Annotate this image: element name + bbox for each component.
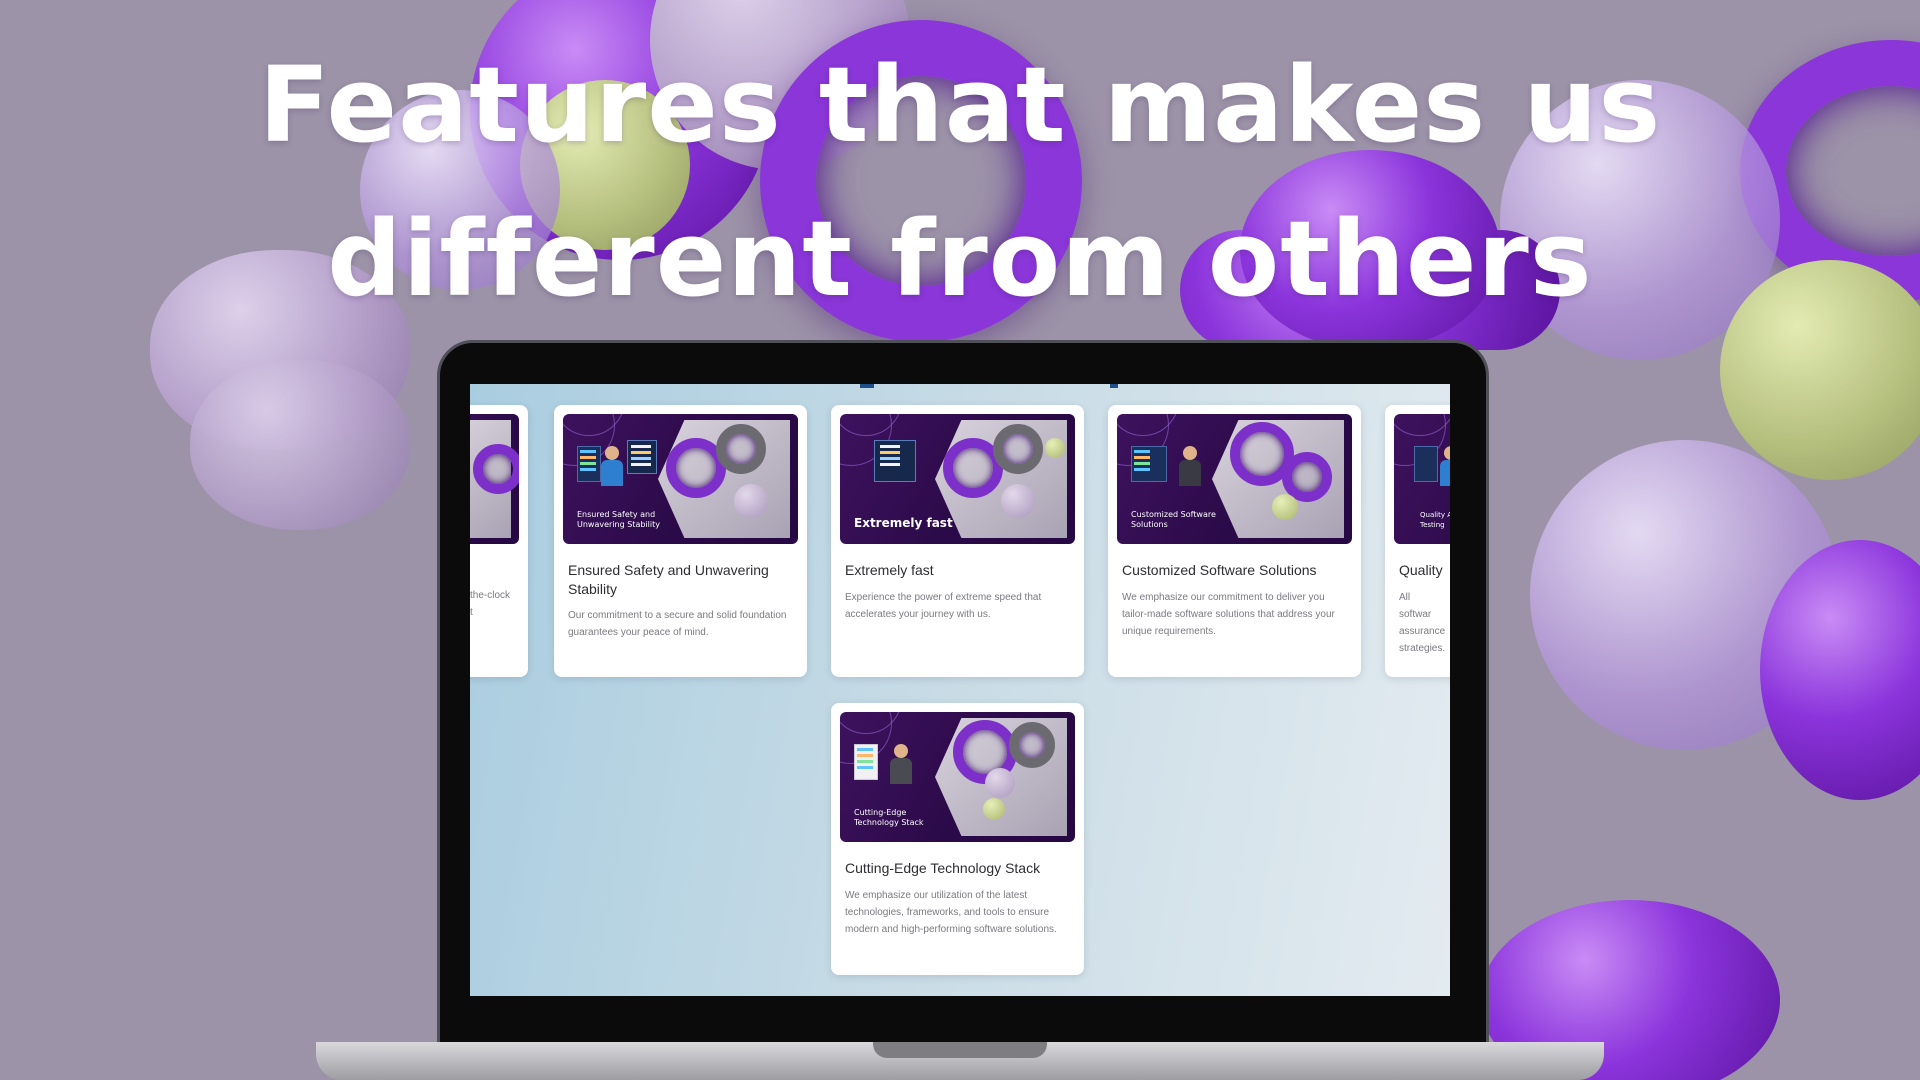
feature-card-safety[interactable]: Ensured Safety and Unwavering Stability … [554, 405, 807, 677]
ring-shape [1009, 722, 1055, 768]
person-head [894, 744, 908, 758]
code-lines [1134, 450, 1150, 453]
feature-card-fast[interactable]: Extremely fast Extremely fast Experience… [831, 405, 1084, 677]
feature-card-description: All softwar assurance strategies. [1399, 592, 1446, 654]
ring-shape [473, 444, 519, 494]
ball-shape [734, 484, 768, 518]
person-body [1179, 460, 1201, 486]
ball-shape [1045, 438, 1065, 458]
page-title: Features that makes us different from ot… [0, 28, 1920, 336]
developer-illustration [577, 440, 661, 500]
feature-card-custom-software[interactable]: Customized Software Solutions Customized… [1108, 405, 1361, 677]
heading-stub [1110, 384, 1118, 388]
person-head [1444, 446, 1450, 460]
ball-shape [1272, 494, 1298, 520]
feature-card-description: We emphasize our commitment to deliver y… [1122, 592, 1335, 637]
ball-shape [983, 798, 1005, 820]
quality-illustration [1408, 440, 1450, 500]
software-illustration [1131, 440, 1215, 500]
code-lines [631, 445, 651, 448]
code-lines [580, 450, 596, 453]
feature-card-tech-stack[interactable]: Cutting-Edge Technology Stack Cutting-Ed… [831, 703, 1084, 975]
feature-card-description: Experience the power of extreme speed th… [845, 592, 1042, 620]
feature-card-title: Quality [1399, 562, 1443, 578]
feature-card-description: the-clock t [470, 590, 511, 618]
image-caption: Extremely fast [854, 516, 953, 530]
heading-stub [860, 384, 874, 388]
feature-card-image: Cutting-Edge Technology Stack [840, 712, 1075, 842]
image-caption: Ensured Safety and Unwavering Stability [577, 510, 660, 529]
lilac-disc-lower [190, 360, 410, 530]
image-caption: Cutting-Edge Technology Stack [854, 808, 924, 827]
page-title-line1: Features that makes us [258, 44, 1662, 166]
code-lines [857, 748, 873, 751]
image-caption: Quality Ass Testing [1420, 511, 1450, 529]
html-illustration [854, 440, 938, 500]
feature-card-image [470, 414, 519, 544]
tech-illustration [854, 738, 938, 798]
feature-card-image: Customized Software Solutions [1117, 414, 1352, 544]
feature-card-description: Our commitment to a secure and solid fou… [568, 610, 787, 638]
page-title-line2: different from others [327, 198, 1593, 320]
code-lines [880, 445, 900, 448]
person-body [1440, 460, 1450, 486]
feature-card-title: Ensured Safety and Unwavering Stability [568, 562, 769, 597]
laptop-notch [873, 1042, 1047, 1058]
feature-card-image: Extremely fast [840, 414, 1075, 544]
ring-shape [993, 424, 1043, 474]
person-head [1183, 446, 1197, 460]
ball-shape [1001, 484, 1035, 518]
feature-card-title: Cutting-Edge Technology Stack [845, 860, 1041, 876]
ring-shape [716, 424, 766, 474]
feature-card-image: Ensured Safety and Unwavering Stability [563, 414, 798, 544]
feature-card-description: We emphasize our utilization of the late… [845, 890, 1057, 935]
image-caption: Customized Software Solutions [1131, 510, 1216, 529]
feature-card-image: Quality Ass Testing [1394, 414, 1450, 544]
feature-card-title: Customized Software Solutions [1122, 562, 1317, 578]
person-head [605, 446, 619, 460]
laptop-screen: the-clock t Ensured Safety and Unwaverin… [470, 384, 1450, 996]
person-body [890, 758, 912, 784]
feature-card[interactable]: the-clock t [470, 405, 528, 677]
person-body [601, 460, 623, 486]
feature-card-quality[interactable]: Quality Ass Testing Quality All softwar … [1385, 405, 1450, 677]
feature-card-title: Extremely fast [845, 562, 934, 578]
monitor-shape [1414, 446, 1438, 482]
ball-shape [985, 768, 1015, 798]
